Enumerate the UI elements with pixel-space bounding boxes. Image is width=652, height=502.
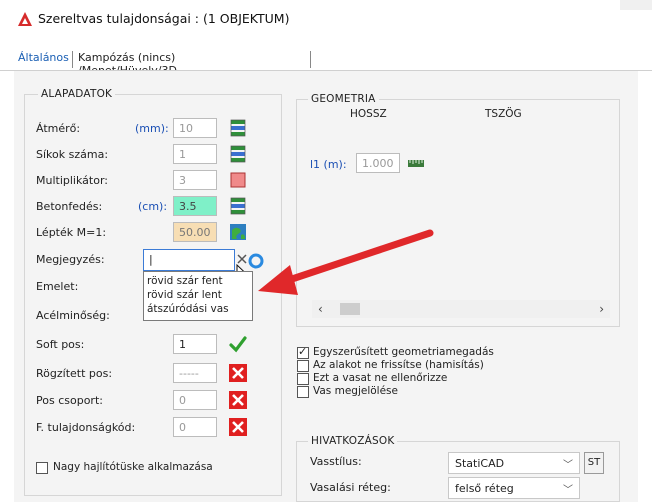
label-sikok: Síkok száma: bbox=[36, 148, 109, 161]
nagy-hajlitotuske-checkbox[interactable] bbox=[36, 462, 48, 474]
sikok-field[interactable]: 1 bbox=[173, 144, 217, 164]
vasstilus-select[interactable]: StatiCAD ﹀ bbox=[448, 452, 580, 474]
ruler-icon[interactable] bbox=[406, 153, 426, 173]
red-x-icon[interactable] bbox=[228, 363, 248, 383]
list-item[interactable]: rövid szár fent bbox=[147, 274, 249, 288]
label-soft-pos: Soft pos: bbox=[36, 338, 85, 351]
vasalasi-value: felső réteg bbox=[455, 482, 514, 495]
scroll-right-icon[interactable]: › bbox=[599, 302, 604, 316]
betonfedes-field[interactable]: 3.5 bbox=[173, 196, 217, 216]
unit-cm: (cm): bbox=[138, 200, 168, 213]
atmero-field[interactable]: 10 bbox=[173, 118, 217, 138]
f-tulajdonsagkod-field[interactable]: 0 bbox=[173, 417, 217, 437]
green-check-icon[interactable] bbox=[228, 334, 248, 354]
hivatkozasok-title: HIVATKOZÁSOK bbox=[308, 435, 398, 447]
red-x-icon[interactable] bbox=[228, 417, 248, 437]
l1-label: l1 (m): bbox=[310, 158, 347, 171]
chevron-down-icon: ﹀ bbox=[563, 485, 573, 496]
tab-kampozas[interactable]: Kampózás (nincs) /Menet/Hüvely/3D bbox=[74, 48, 181, 77]
vasstilus-label: Vasstílus: bbox=[310, 455, 362, 468]
tab-divider bbox=[310, 51, 311, 68]
option-checkbox-ellenorizze[interactable] bbox=[297, 373, 309, 385]
option-label-alakot: Az alakot ne frissítse (hamisítás) bbox=[313, 359, 484, 371]
option-checkbox-megjelolese[interactable] bbox=[297, 386, 309, 398]
alapadatok-title: ALAPADATOK bbox=[38, 88, 116, 100]
multiplikator-field[interactable]: 3 bbox=[173, 170, 217, 190]
red-x-icon[interactable] bbox=[228, 390, 248, 410]
option-label-egyszerusitett: Egyszerűsített geometriamegadás bbox=[313, 346, 494, 358]
soft-pos-field[interactable]: 1 bbox=[173, 334, 217, 354]
tab-divider bbox=[72, 51, 73, 68]
geometria-title: GEOMETRIA bbox=[308, 93, 379, 105]
chevron-down-icon: ﹀ bbox=[563, 460, 573, 471]
label-atmero: Átmérő: bbox=[36, 122, 81, 135]
window-title: Szereltvas tulajdonságai : (1 OBJEKTUM) bbox=[38, 11, 290, 26]
vasstilus-value: StatiCAD bbox=[455, 457, 505, 470]
leptek-field[interactable]: 50.00 bbox=[173, 222, 217, 242]
l1-field[interactable]: 1.000 bbox=[356, 153, 400, 173]
col-hossz: HOSSZ bbox=[350, 108, 387, 120]
label-multiplikator: Multiplikátor: bbox=[36, 174, 108, 187]
window-edge bbox=[620, 0, 652, 10]
pos-csoport-field[interactable]: 0 bbox=[173, 390, 217, 410]
annotation-arrow-icon bbox=[258, 229, 434, 295]
nagy-hajlitotuske-label: Nagy hajlítótüske alkalmazása bbox=[53, 461, 213, 473]
list-item[interactable]: átszúródási vas bbox=[147, 302, 249, 316]
label-leptek: Lépték M=1: bbox=[36, 226, 107, 239]
option-checkbox-egyszerusitett[interactable] bbox=[297, 345, 309, 359]
option-checkbox-alakot[interactable] bbox=[297, 360, 309, 372]
label-f-tulajdonsagkod: F. tulajdonságkód: bbox=[36, 421, 136, 434]
red-a-logo-icon bbox=[18, 12, 32, 26]
rogzitett-pos-field[interactable]: ----- bbox=[173, 363, 217, 383]
title-bar: Szereltvas tulajdonságai : (1 OBJEKTUM) bbox=[0, 0, 652, 38]
unit-mm: (mm): bbox=[135, 122, 169, 135]
label-megjegyzes: Megjegyzés: bbox=[36, 253, 105, 266]
label-emelet: Emelet: bbox=[36, 280, 79, 293]
label-pos-csoport: Pos csoport: bbox=[36, 394, 103, 407]
st-button[interactable]: ST bbox=[584, 452, 604, 474]
label-betonfedes: Betonfedés: bbox=[36, 200, 103, 213]
vasalasi-select[interactable]: felső réteg ﹀ bbox=[448, 477, 580, 499]
stack-icon[interactable] bbox=[228, 144, 248, 164]
megjegyzes-input[interactable]: | bbox=[143, 249, 235, 271]
tab-altalanos[interactable]: Általános bbox=[14, 48, 73, 70]
megjegyzes-dropdown-list: rövid szár fent rövid szár lent átszúród… bbox=[143, 271, 253, 321]
stack-icon[interactable] bbox=[228, 118, 248, 138]
col-tszog: TSZÖG bbox=[485, 108, 522, 120]
vasalasi-label: Vasalási réteg: bbox=[310, 481, 391, 494]
stack-icon[interactable] bbox=[228, 196, 248, 216]
list-item[interactable]: rövid szár lent bbox=[147, 288, 249, 302]
option-label-megjelolese: Vas megjelölése bbox=[313, 385, 398, 397]
option-label-ellenorizze: Ezt a vasat ne ellenőrizze bbox=[313, 372, 448, 384]
red-square-icon[interactable] bbox=[228, 170, 248, 190]
label-acelminoseg: Acélminőség: bbox=[36, 309, 110, 322]
label-rogzitett-pos: Rögzített pos: bbox=[36, 367, 113, 380]
